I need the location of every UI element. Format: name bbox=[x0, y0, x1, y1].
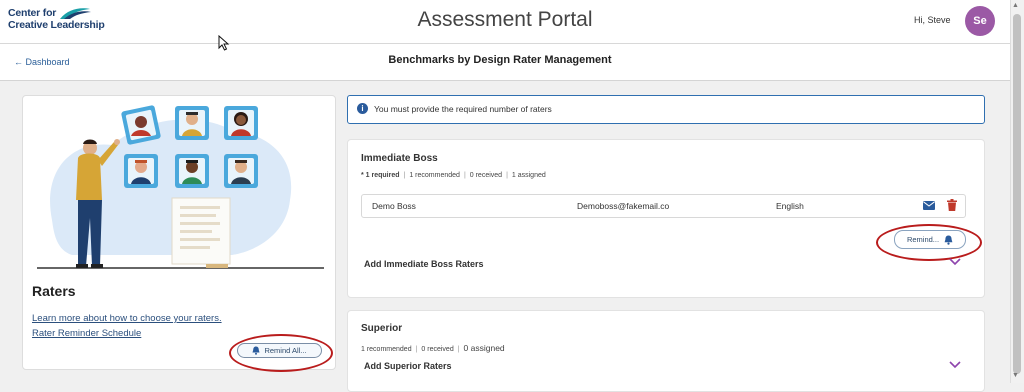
trash-icon[interactable] bbox=[947, 199, 957, 211]
highlight-circle-annotation bbox=[229, 334, 333, 372]
immediate-boss-counts: * 1 required | 1 recommended | 0 received | 1 … bbox=[361, 172, 546, 179]
rater-language: English bbox=[776, 201, 804, 211]
scroll-up-arrow-icon[interactable]: ▲ bbox=[1012, 2, 1019, 9]
assigned-count: 1 assigned bbox=[511, 172, 546, 179]
learn-more-link[interactable]: Learn more about how to choose your rate… bbox=[32, 313, 222, 324]
add-superior-raters-toggle[interactable]: Add Superior Raters bbox=[364, 361, 452, 371]
info-icon: i bbox=[357, 103, 368, 114]
rater-name: Demo Boss bbox=[372, 201, 416, 211]
recommended-count: 1 recommended bbox=[409, 172, 460, 179]
chevron-down-icon[interactable] bbox=[949, 258, 961, 266]
rater-reminder-schedule-link[interactable]: Rater Reminder Schedule bbox=[32, 328, 141, 339]
page-title: Benchmarks by Design Rater Management bbox=[388, 54, 612, 66]
immediate-boss-card bbox=[347, 139, 985, 298]
raters-heading: Raters bbox=[32, 283, 76, 299]
superior-counts: 1 recommended | 0 received | 0 assigned bbox=[361, 343, 505, 353]
scroll-down-arrow-icon[interactable]: ▼ bbox=[1012, 372, 1019, 379]
required-count: * 1 required bbox=[361, 172, 400, 179]
portal-title: Assessment Portal bbox=[417, 8, 593, 31]
highlight-circle-annotation bbox=[876, 224, 982, 261]
add-immediate-boss-raters-toggle[interactable]: Add Immediate Boss Raters bbox=[364, 259, 484, 269]
recommended-count: 1 recommended bbox=[361, 346, 412, 353]
mouse-cursor-icon bbox=[218, 35, 230, 51]
chevron-down-icon[interactable] bbox=[949, 361, 961, 369]
info-banner-text: You must provide the required number of … bbox=[374, 104, 552, 114]
superior-heading: Superior bbox=[361, 323, 403, 334]
user-greeting: Hi, Steve bbox=[914, 15, 951, 25]
user-avatar[interactable]: Se bbox=[965, 6, 995, 36]
raters-illustration bbox=[37, 105, 324, 269]
received-count: 0 received bbox=[421, 346, 454, 353]
received-count: 0 received bbox=[469, 172, 503, 179]
email-icon[interactable] bbox=[923, 201, 935, 210]
assigned-count: 0 assigned bbox=[463, 343, 505, 353]
scrollbar-thumb[interactable] bbox=[1013, 14, 1021, 374]
rater-email: Demoboss@fakemail.co bbox=[577, 201, 670, 211]
immediate-boss-heading: Immediate Boss bbox=[361, 153, 438, 164]
